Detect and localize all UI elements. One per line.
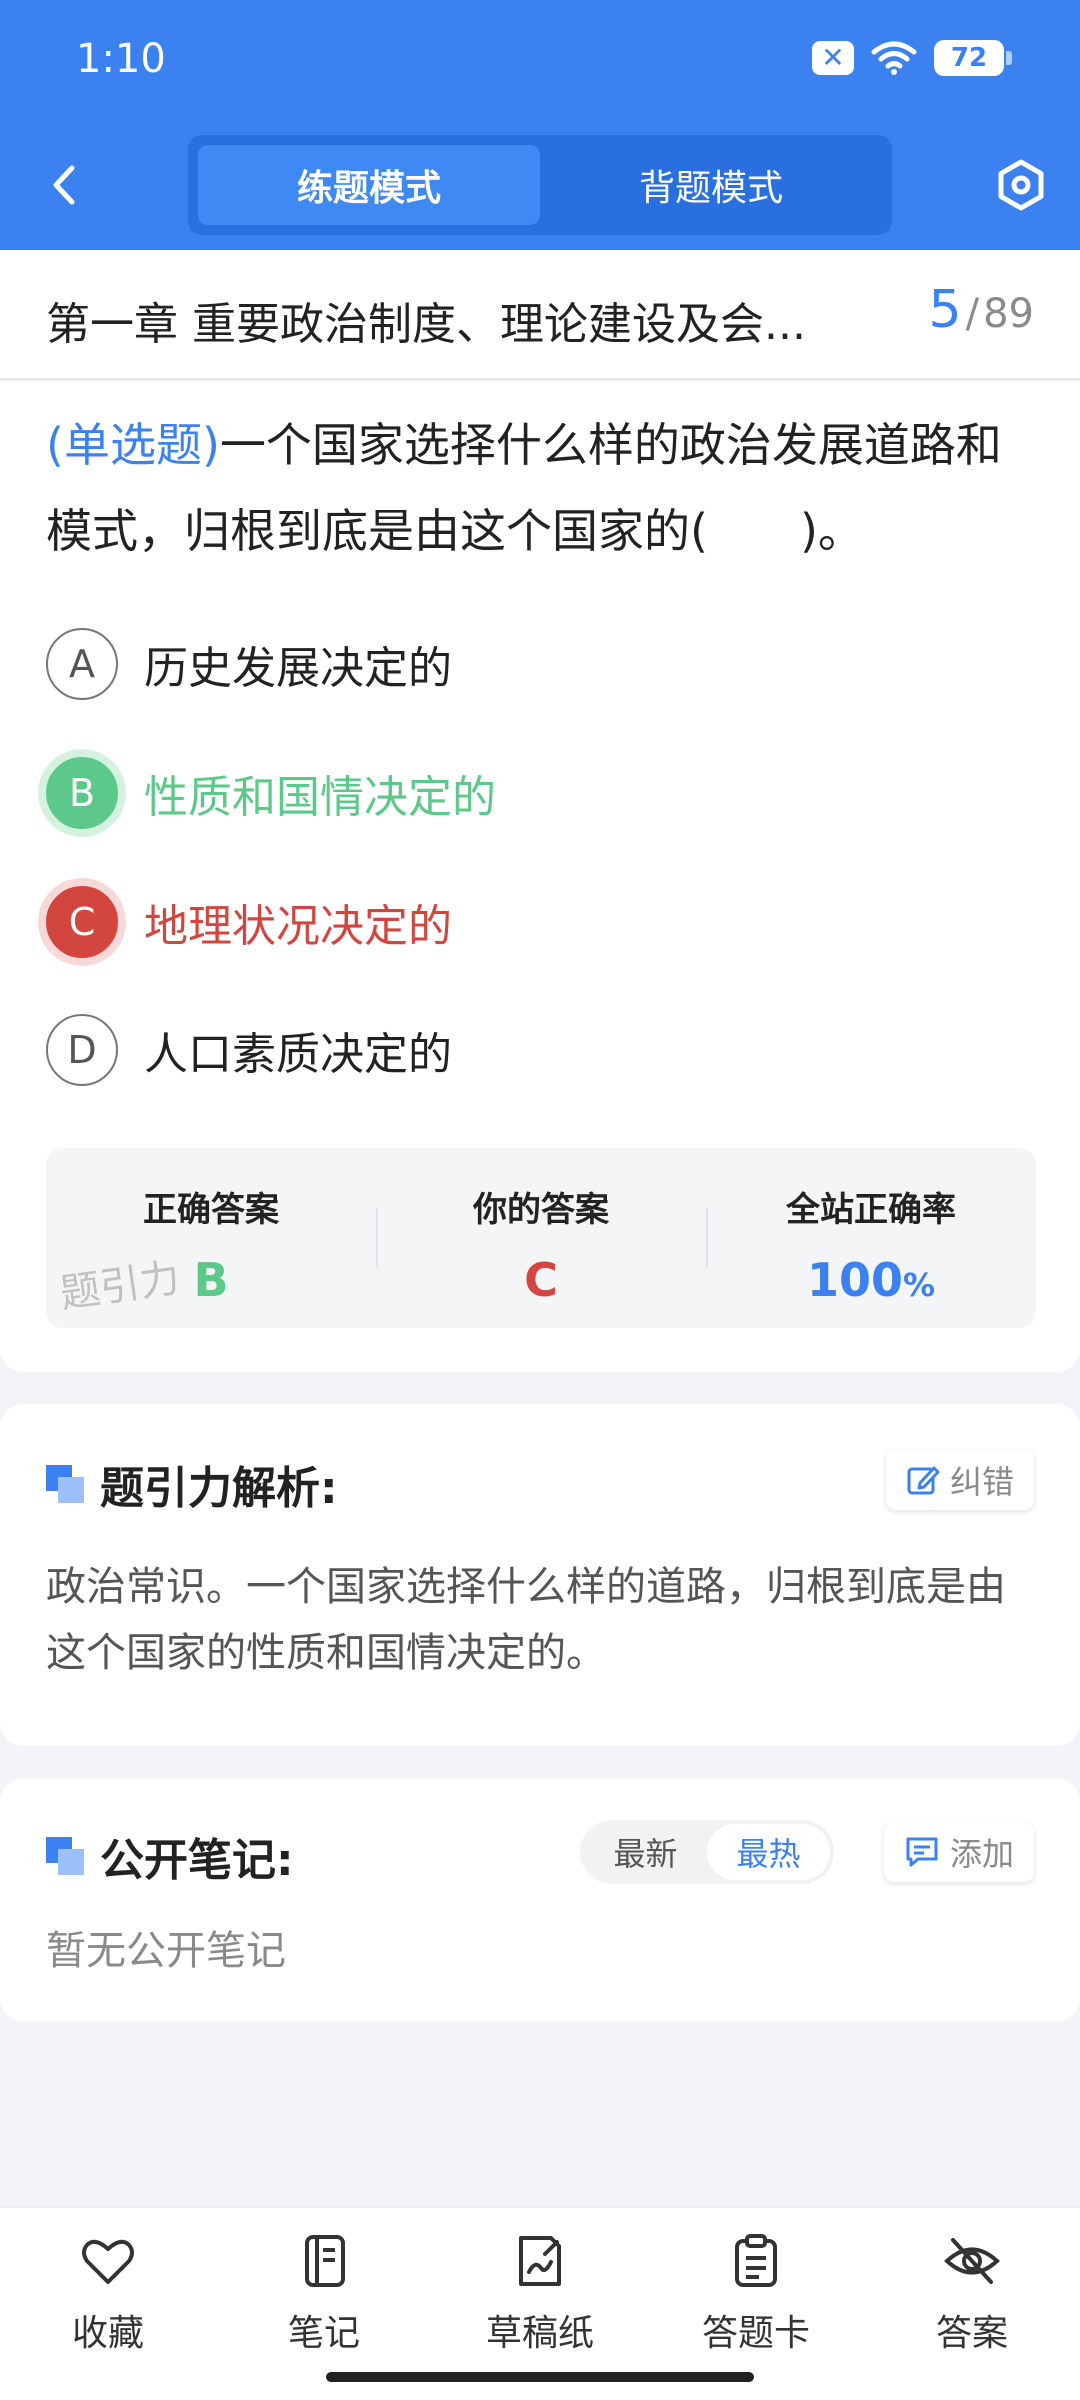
battery-icon: 72 — [934, 40, 1012, 76]
accuracy-rate-unit: % — [902, 1266, 936, 1304]
option-text: 性质和国情决定的 — [144, 772, 496, 823]
wifi-icon — [871, 41, 917, 75]
sort-hottest[interactable]: 最热 — [707, 1824, 830, 1880]
status-time: 1:10 — [76, 36, 166, 82]
notification-x-icon: ✕ — [812, 41, 854, 75]
sort-latest[interactable]: 最新 — [584, 1824, 707, 1880]
settings-button[interactable] — [994, 158, 1048, 212]
question-card: (单选题)一个国家选择什么样的政治发展道路和模式，归根到底是由这个国家的( )。… — [0, 382, 1080, 1372]
option-d[interactable]: D 人口素质决定的 — [46, 1012, 452, 1088]
option-text: 历史发展决定的 — [144, 643, 452, 694]
accuracy-rate-value: 100% — [706, 1253, 1036, 1307]
option-letter: D — [46, 1014, 118, 1086]
option-letter: A — [46, 628, 118, 700]
toggle-answer-button[interactable]: 答案 — [864, 2208, 1080, 2400]
your-answer-value: C — [524, 1253, 558, 1307]
answer-sheet-label: 答题卡 — [701, 2313, 810, 2354]
notes-label: 笔记 — [287, 2313, 360, 2354]
correct-answer-label: 正确答案 — [143, 1190, 279, 1230]
analysis-text: 政治常识。一个国家选择什么样的道路，归根到底是由这个国家的性质和国情决定的。 — [46, 1564, 1006, 1676]
eye-off-icon — [944, 2238, 1000, 2284]
question-progress[interactable]: 5/89 — [929, 280, 1034, 340]
add-note-label: 添加 — [949, 1835, 1014, 1873]
your-answer-block: 你的答案 C — [376, 1148, 706, 1328]
option-letter: C — [46, 886, 118, 958]
tab-memorize-mode[interactable]: 背题模式 — [540, 145, 882, 225]
back-button[interactable] — [40, 160, 90, 210]
analysis-title-text: 题引力解析: — [100, 1463, 338, 1514]
chapter-header: 第一章 重要政治制度、理论建设及会... 5/89 — [0, 250, 1080, 380]
tab-practice-mode[interactable]: 练题模式 — [198, 145, 540, 225]
status-icons: ✕ 72 — [812, 40, 1012, 76]
option-a[interactable]: A 历史发展决定的 — [46, 626, 452, 702]
report-error-button[interactable]: 纠错 — [885, 1450, 1034, 1510]
favorite-button[interactable]: 收藏 — [0, 2208, 216, 2400]
notes-title: 公开笔记: — [46, 1824, 294, 1888]
comment-icon — [906, 1837, 938, 1867]
analysis-card: 题引力解析: 纠错 政治常识。一个国家选择什么样的道路，归根到底是由这个国家的性… — [0, 1404, 1080, 1746]
add-note-button[interactable]: 添加 — [883, 1822, 1034, 1882]
question-stem: (单选题)一个国家选择什么样的政治发展道路和模式，归根到底是由这个国家的( )。 — [46, 402, 1036, 574]
home-indicator[interactable] — [326, 2372, 754, 2382]
edit-icon — [907, 1466, 940, 1495]
empty-notes-text: 暂无公开笔记 — [46, 1928, 286, 1974]
accuracy-rate-block: 全站正确率 100% — [706, 1148, 1036, 1328]
answer-summary: 正确答案 B 你的答案 C 全站正确率 100% — [46, 1148, 1036, 1328]
your-answer-label: 你的答案 — [473, 1190, 609, 1230]
notes-title-text: 公开笔记: — [100, 1835, 294, 1886]
option-text: 人口素质决定的 — [144, 1029, 452, 1080]
toggle-answer-label: 答案 — [935, 2313, 1008, 2354]
total-question-count: 89 — [983, 291, 1034, 337]
clipboard-icon — [735, 2234, 777, 2287]
section-mark-icon — [46, 1837, 84, 1875]
option-c[interactable]: C 地理状况决定的 — [46, 884, 452, 960]
question-type: (单选题) — [46, 418, 220, 472]
section-mark-icon — [46, 1465, 84, 1503]
option-letter: B — [46, 757, 118, 829]
public-notes-card: 公开笔记: 最新 最热 添加 暂无公开笔记 — [0, 1778, 1080, 2022]
mode-switch: 练题模式 背题模式 — [188, 135, 892, 235]
bottom-toolbar: 收藏 笔记 草稿纸 答题卡 答案 — [0, 2206, 1080, 2400]
notes-sort-toggle: 最新 最热 — [580, 1820, 834, 1884]
draft-paper-label: 草稿纸 — [485, 2313, 594, 2354]
progress-separator: / — [965, 291, 980, 337]
option-text: 地理状况决定的 — [144, 901, 452, 952]
analysis-title: 题引力解析: — [46, 1452, 338, 1516]
report-error-label: 纠错 — [949, 1463, 1014, 1501]
notebook-icon — [305, 2235, 345, 2287]
chapter-title: 第一章 重要政治制度、理论建设及会... — [46, 299, 806, 350]
option-b[interactable]: B 性质和国情决定的 — [46, 755, 496, 831]
heart-icon — [82, 2239, 134, 2284]
draft-icon — [519, 2236, 561, 2286]
top-bar: 1:10 ✕ 72 练题模式 背题模式 — [0, 0, 1080, 250]
current-question-number: 5 — [928, 280, 962, 340]
accuracy-rate-number: 100 — [806, 1253, 903, 1307]
favorite-label: 收藏 — [71, 2313, 144, 2354]
accuracy-rate-label: 全站正确率 — [786, 1190, 956, 1230]
